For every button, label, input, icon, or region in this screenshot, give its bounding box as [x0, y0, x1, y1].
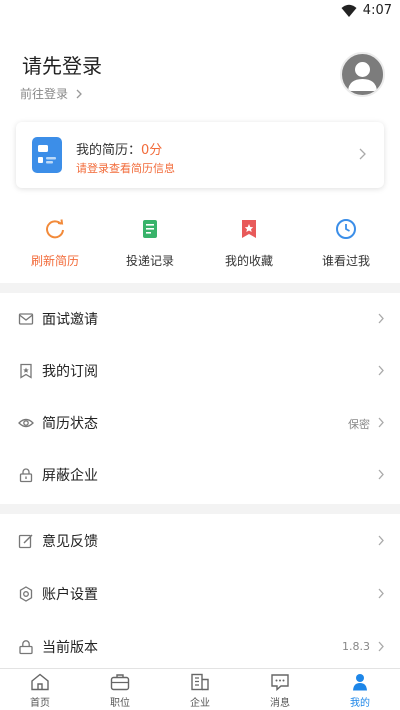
chevron-right-icon — [359, 148, 366, 160]
clock-icon — [336, 219, 356, 239]
tab-label: 我的 — [350, 698, 370, 709]
quick-action-my-favorites[interactable]: 我的收藏 — [209, 218, 289, 269]
menu-my-subscriptions[interactable]: 我的订阅 — [0, 345, 400, 397]
chevron-right-icon — [76, 89, 82, 98]
menu-label: 面试邀请 — [42, 312, 98, 328]
wifi-icon — [341, 4, 357, 17]
quick-action-label: 我的收藏 — [224, 254, 273, 268]
quick-action-label: 刷新简历 — [30, 254, 79, 268]
status-time: 4:07 — [362, 3, 392, 18]
default-avatar-icon — [348, 62, 377, 91]
menu-resume-status[interactable]: 简历状态 保密 — [0, 397, 400, 449]
login-link[interactable]: 前往登录 — [20, 85, 82, 102]
chevron-right-icon — [378, 588, 384, 599]
quick-action-label: 谁看过我 — [321, 254, 370, 268]
status-bar: 4:07 — [0, 0, 400, 24]
tab-home[interactable]: 首页 — [0, 673, 80, 709]
section-divider — [0, 504, 400, 514]
section-divider — [0, 283, 400, 293]
bookmark-outline-icon — [20, 363, 32, 379]
mail-icon — [18, 313, 34, 325]
menu-label: 简历状态 — [42, 416, 98, 432]
tab-label: 企业 — [190, 698, 210, 709]
menu-label: 屏蔽企业 — [42, 468, 98, 484]
resume-hint: 请登录查看简历信息 — [76, 162, 175, 175]
chevron-right-icon — [378, 641, 384, 652]
home-icon — [31, 673, 49, 691]
login-title[interactable]: 请先登录 — [22, 50, 102, 79]
chevron-right-icon — [378, 417, 384, 428]
bottom-tab-bar: 首页 职位 企业 消息 我的 — [0, 668, 400, 710]
menu-current-version[interactable]: 当前版本 1.8.3 — [0, 621, 400, 673]
tab-jobs[interactable]: 职位 — [80, 673, 160, 709]
chevron-right-icon — [378, 365, 384, 376]
chevron-right-icon — [378, 313, 384, 324]
lock-icon — [19, 468, 33, 483]
settings-icon — [19, 586, 33, 602]
avatar[interactable] — [340, 52, 385, 97]
tab-label: 职位 — [110, 698, 130, 709]
menu-label: 意见反馈 — [42, 534, 98, 550]
message-icon — [271, 674, 289, 691]
bookmark-icon — [242, 220, 256, 238]
person-icon — [353, 674, 367, 691]
tab-companies[interactable]: 企业 — [160, 673, 240, 709]
quick-action-refresh-resume[interactable]: 刷新简历 — [15, 218, 95, 269]
quick-action-delivery-records[interactable]: 投递记录 — [110, 218, 190, 269]
chevron-right-icon — [378, 535, 384, 546]
menu-blocked-companies[interactable]: 屏蔽企业 — [0, 449, 400, 501]
menu-feedback[interactable]: 意见反馈 — [0, 515, 400, 567]
resume-icon — [32, 137, 62, 173]
quick-action-who-viewed-me[interactable]: 谁看过我 — [306, 218, 386, 269]
resume-score: 0分 — [141, 143, 163, 158]
menu-label: 当前版本 — [42, 640, 98, 656]
chevron-right-icon — [378, 469, 384, 480]
menu-label: 我的订阅 — [42, 364, 98, 380]
tab-messages[interactable]: 消息 — [240, 673, 320, 709]
tab-label: 首页 — [30, 698, 50, 709]
resume-status-value: 保密 — [348, 418, 370, 431]
version-value: 1.8.3 — [342, 640, 370, 653]
refresh-icon — [46, 219, 64, 239]
building-icon — [191, 673, 209, 691]
menu-account-settings[interactable]: 账户设置 — [0, 568, 400, 620]
eye-icon — [18, 418, 34, 428]
tab-mine[interactable]: 我的 — [320, 673, 400, 709]
login-link-label: 前往登录 — [20, 87, 69, 101]
menu-label: 账户设置 — [42, 587, 98, 603]
quick-action-label: 投递记录 — [125, 254, 174, 268]
tab-label: 消息 — [270, 698, 290, 709]
menu-interview-invitations[interactable]: 面试邀请 — [0, 293, 400, 345]
briefcase-icon — [110, 674, 130, 691]
resume-label: 我的简历： — [76, 143, 142, 158]
edit-icon — [18, 534, 33, 549]
user-lock-icon — [19, 640, 33, 655]
document-icon — [143, 220, 157, 238]
resume-score-line: 我的简历：0分 — [76, 139, 162, 158]
resume-card[interactable]: 我的简历：0分 请登录查看简历信息 — [16, 122, 384, 188]
